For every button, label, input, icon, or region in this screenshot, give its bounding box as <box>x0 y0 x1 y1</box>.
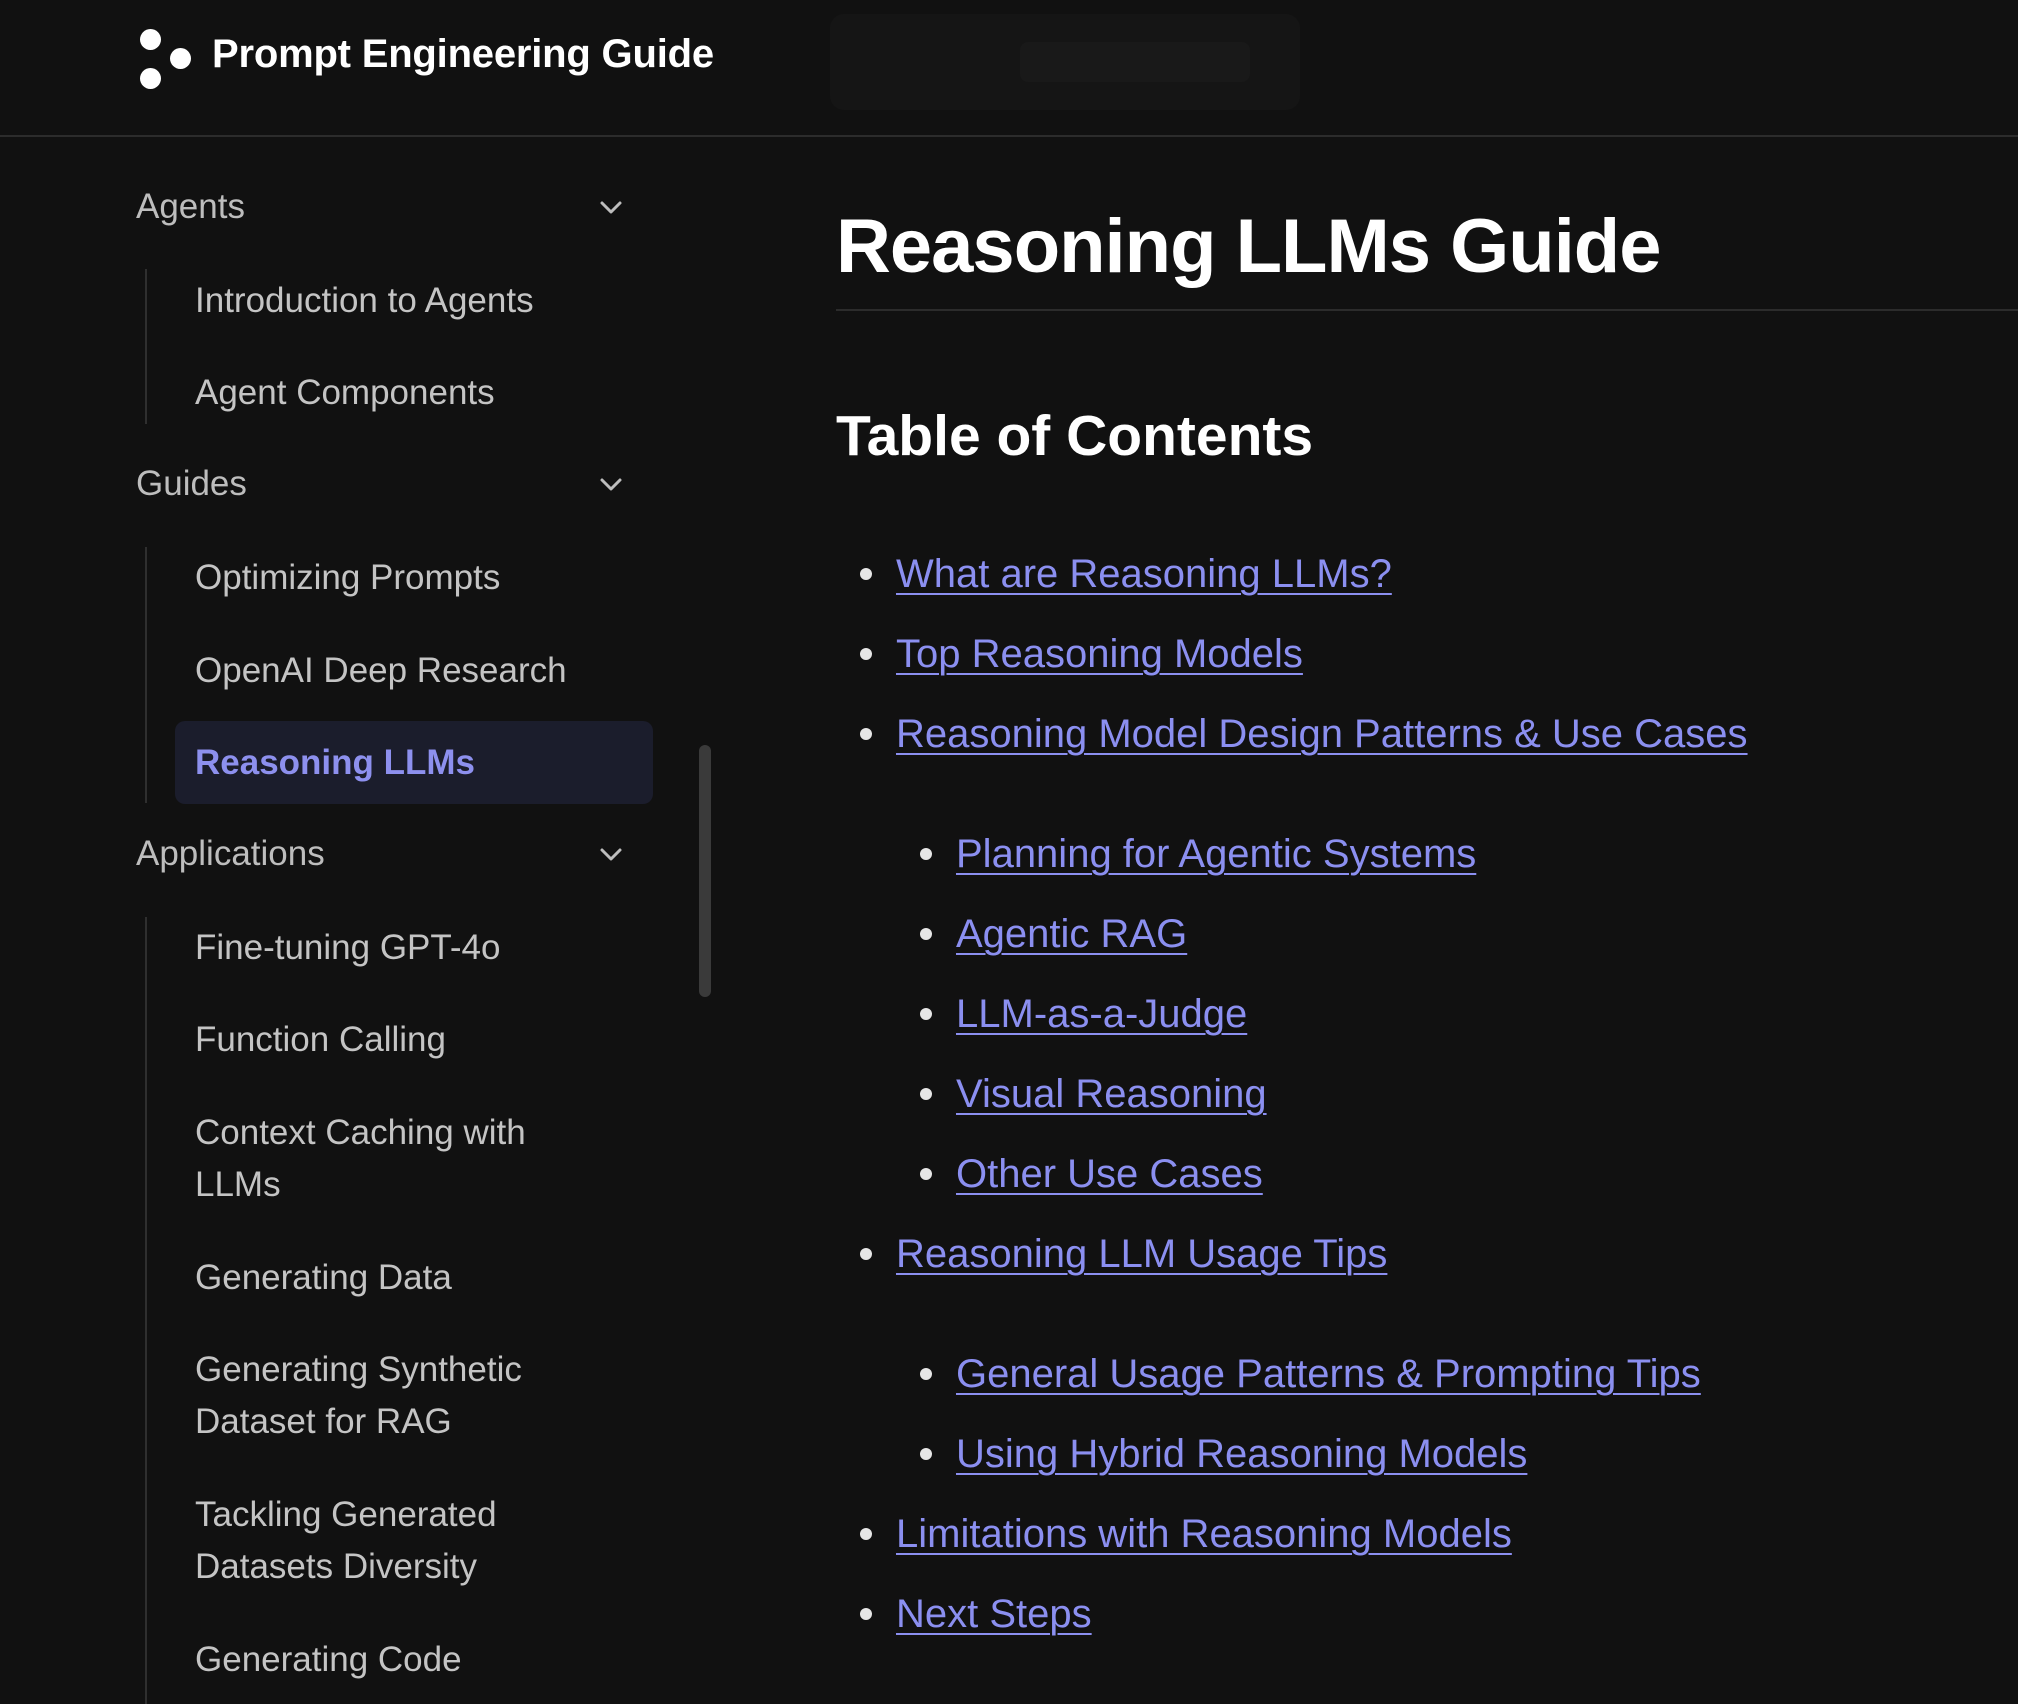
sidebar-item-openai-deep-research[interactable]: OpenAI Deep Research <box>195 645 635 697</box>
bullet-icon <box>860 648 872 660</box>
toc-item: Reasoning Model Design Patterns & Use Ca… <box>860 708 1748 760</box>
sidebar-item-reasoning-llms-active[interactable]: Reasoning LLMs <box>175 721 653 804</box>
logo-dots-icon[interactable] <box>136 26 194 90</box>
toc-item: Reasoning LLM Usage Tips <box>860 1228 1387 1280</box>
toc-item: Other Use Cases <box>920 1148 1263 1200</box>
sidebar-item-generating-data[interactable]: Generating Data <box>195 1252 635 1304</box>
toc-item: Using Hybrid Reasoning Models <box>920 1428 1527 1480</box>
sidebar-item-context-caching[interactable]: Context Caching with LLMs <box>195 1107 575 1211</box>
toc-item: Visual Reasoning <box>920 1068 1267 1120</box>
toc-link-usage-tips[interactable]: Reasoning LLM Usage Tips <box>896 1232 1387 1276</box>
bullet-icon <box>920 1448 932 1460</box>
site-title[interactable]: Prompt Engineering Guide <box>212 32 714 77</box>
chevron-down-icon[interactable] <box>596 193 626 223</box>
sidebar-item-function-calling[interactable]: Function Calling <box>195 1014 635 1066</box>
bullet-icon <box>920 928 932 940</box>
toc-link-planning-agentic-systems[interactable]: Planning for Agentic Systems <box>956 832 1476 876</box>
bullet-icon <box>860 728 872 740</box>
toc-item: Agentic RAG <box>920 908 1187 960</box>
page: Prompt Engineering Guide Agents Introduc… <box>0 0 2018 1704</box>
bullet-icon <box>860 568 872 580</box>
toc-link-what-are-reasoning-llms[interactable]: What are Reasoning LLMs? <box>896 552 1392 596</box>
bullet-icon <box>920 1008 932 1020</box>
toc-link-general-usage-patterns[interactable]: General Usage Patterns & Prompting Tips <box>956 1352 1701 1396</box>
sidebar: Agents Introduction to Agents Agent Comp… <box>0 137 720 1704</box>
bullet-icon <box>920 848 932 860</box>
toc-link-next-steps[interactable]: Next Steps <box>896 1592 1092 1636</box>
sidebar-tree-line <box>145 547 147 803</box>
bullet-icon <box>920 1168 932 1180</box>
bullet-icon <box>860 1528 872 1540</box>
sidebar-section-applications[interactable]: Applications <box>136 834 325 874</box>
toc-item: Planning for Agentic Systems <box>920 828 1476 880</box>
toc-heading: Table of Contents <box>836 404 1314 468</box>
bullet-icon <box>860 1248 872 1260</box>
toc-item: Next Steps <box>860 1588 1092 1640</box>
blurred-search-area <box>830 14 1300 110</box>
chevron-down-icon[interactable] <box>596 840 626 870</box>
bullet-icon <box>860 1608 872 1620</box>
sidebar-item-generating-synthetic-dataset[interactable]: Generating Synthetic Dataset for RAG <box>195 1344 575 1448</box>
sidebar-section-agents[interactable]: Agents <box>136 187 245 227</box>
toc-item: Limitations with Reasoning Models <box>860 1508 1512 1560</box>
chevron-down-icon[interactable] <box>596 470 626 500</box>
toc-item: What are Reasoning LLMs? <box>860 548 1392 600</box>
sidebar-tree-line <box>145 917 147 1704</box>
bullet-icon <box>920 1368 932 1380</box>
top-navbar: Prompt Engineering Guide <box>0 0 2018 137</box>
bullet-icon <box>920 1088 932 1100</box>
title-divider <box>836 309 2018 311</box>
sidebar-item-agent-components[interactable]: Agent Components <box>195 367 635 419</box>
sidebar-item-fine-tuning-gpt-4o[interactable]: Fine-tuning GPT-4o <box>195 922 635 974</box>
toc-link-llm-as-a-judge[interactable]: LLM-as-a-Judge <box>956 992 1247 1036</box>
page-title: Reasoning LLMs Guide <box>836 204 1661 289</box>
toc-item: Top Reasoning Models <box>860 628 1303 680</box>
toc-item: General Usage Patterns & Prompting Tips <box>920 1348 1701 1400</box>
main-content: Reasoning LLMs Guide Table of Contents W… <box>836 137 2018 1704</box>
toc-link-design-patterns[interactable]: Reasoning Model Design Patterns & Use Ca… <box>896 712 1748 756</box>
sidebar-item-generating-code[interactable]: Generating Code <box>195 1634 635 1686</box>
toc-link-limitations[interactable]: Limitations with Reasoning Models <box>896 1512 1512 1556</box>
sidebar-tree-line <box>145 269 147 424</box>
sidebar-scrollbar[interactable] <box>699 745 711 997</box>
toc-link-top-reasoning-models[interactable]: Top Reasoning Models <box>896 632 1303 676</box>
sidebar-item-optimizing-prompts[interactable]: Optimizing Prompts <box>195 552 635 604</box>
sidebar-section-guides[interactable]: Guides <box>136 464 247 504</box>
toc-link-agentic-rag[interactable]: Agentic RAG <box>956 912 1187 956</box>
toc-link-hybrid-reasoning-models[interactable]: Using Hybrid Reasoning Models <box>956 1432 1527 1476</box>
sidebar-item-introduction-to-agents[interactable]: Introduction to Agents <box>195 275 635 327</box>
toc-item: LLM-as-a-Judge <box>920 988 1247 1040</box>
toc-link-other-use-cases[interactable]: Other Use Cases <box>956 1152 1263 1196</box>
sidebar-item-tackling-generated-datasets[interactable]: Tackling Generated Datasets Diversity <box>195 1489 575 1593</box>
toc-link-visual-reasoning[interactable]: Visual Reasoning <box>956 1072 1267 1116</box>
